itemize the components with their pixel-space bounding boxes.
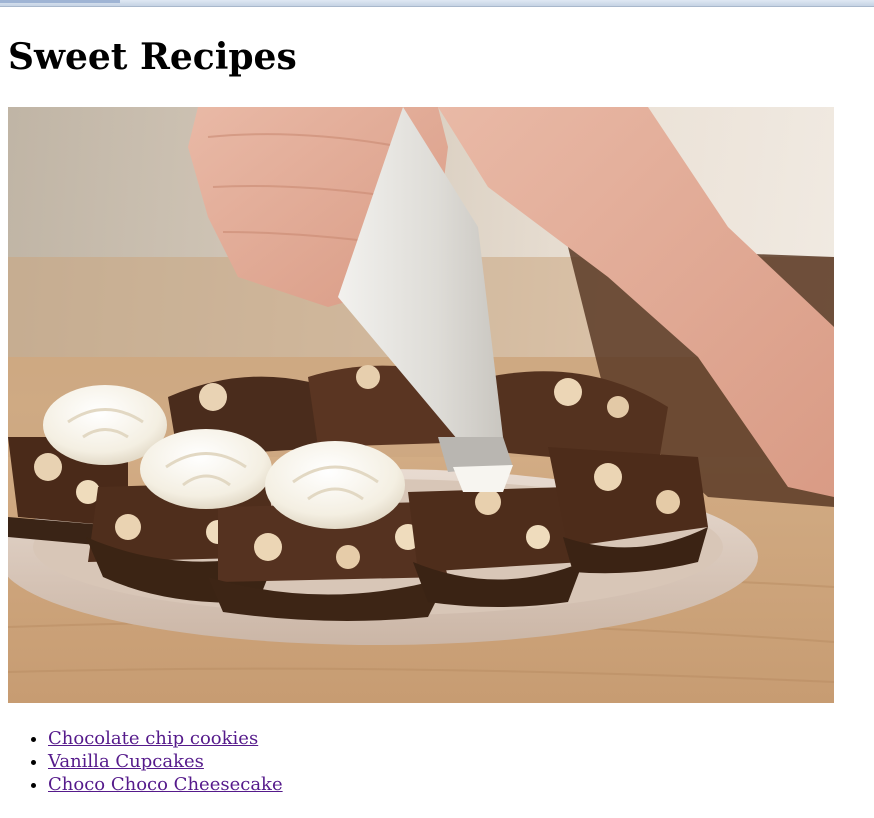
list-item: Chocolate chip cookies <box>48 727 283 750</box>
list-item: Choco Choco Cheesecake <box>48 773 283 796</box>
recipe-list: Chocolate chip cookies Vanilla Cupcakes … <box>8 727 283 796</box>
list-item: Vanilla Cupcakes <box>48 750 283 773</box>
recipe-link-choco-choco-cheesecake[interactable]: Choco Choco Cheesecake <box>48 774 283 795</box>
browser-top-strip <box>0 0 874 7</box>
recipe-link-chocolate-chip-cookies[interactable]: Chocolate chip cookies <box>48 728 258 749</box>
page-title: Sweet Recipes <box>8 36 297 78</box>
cream-swirl-icon <box>265 441 405 529</box>
cupcake-icon <box>408 487 583 607</box>
hero-image <box>8 107 834 703</box>
recipe-link-vanilla-cupcakes[interactable]: Vanilla Cupcakes <box>48 751 204 772</box>
browser-tab-edge <box>0 0 120 3</box>
cream-swirl-icon <box>140 429 272 509</box>
hero-illustration <box>8 107 834 703</box>
cupcake-icon <box>548 447 708 574</box>
